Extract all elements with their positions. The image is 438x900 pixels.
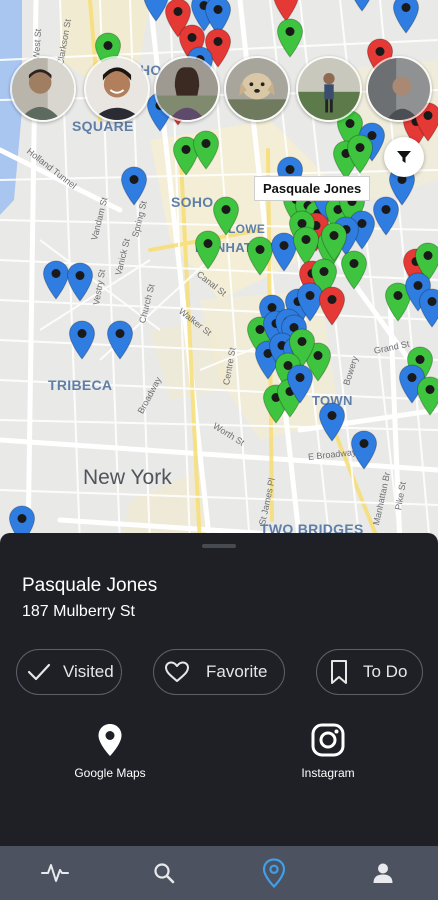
bottom-tab-bar — [0, 846, 438, 900]
map-pin-green[interactable] — [194, 230, 222, 270]
map-pin-blue[interactable] — [350, 430, 378, 470]
tab-activity[interactable] — [0, 846, 110, 900]
location-pin-icon — [97, 723, 123, 760]
visited-button[interactable]: Visited — [16, 649, 122, 695]
avatar-friend-4[interactable] — [224, 56, 290, 122]
todo-button[interactable]: To Do — [316, 649, 423, 695]
map-pin-blue[interactable] — [106, 320, 134, 360]
visited-label: Visited — [63, 662, 114, 681]
bookmark-icon — [329, 659, 349, 685]
map-pin-blue[interactable] — [418, 288, 438, 328]
filter-icon — [397, 151, 411, 163]
map-pin-blue[interactable] — [286, 364, 314, 404]
map-pin-blue[interactable] — [318, 402, 346, 442]
map-pin-green[interactable] — [340, 250, 368, 290]
map-pin-blue[interactable] — [66, 262, 94, 302]
place-detail-sheet: Pasquale Jones 187 Mulberry St Visited F… — [0, 533, 438, 846]
avatar-friend-5[interactable] — [296, 56, 362, 122]
todo-label: To Do — [363, 662, 408, 681]
favorite-button[interactable]: Favorite — [153, 649, 285, 695]
avatar-friend-2[interactable] — [84, 56, 150, 122]
place-address: 187 Mulberry St — [22, 603, 135, 620]
checkmark-icon — [27, 662, 51, 682]
area-label-tribeca: TRIBECA — [48, 377, 113, 393]
avatar-friend-1[interactable] — [10, 56, 76, 122]
heart-icon — [164, 661, 190, 683]
activity-icon — [40, 864, 69, 882]
map-pin-green[interactable] — [346, 134, 374, 174]
instagram-link[interactable]: Instagram — [278, 723, 378, 780]
map-view[interactable]: SQUARE SOHO LOWE MANHATTAN TRIBECA TOWN … — [0, 0, 438, 545]
place-name: Pasquale Jones — [22, 575, 158, 596]
instagram-label: Instagram — [301, 766, 355, 780]
favorite-label: Favorite — [206, 662, 268, 681]
map-pin-green[interactable] — [192, 130, 220, 170]
selected-place-tooltip[interactable]: Pasquale Jones — [254, 176, 371, 201]
filter-button[interactable] — [384, 137, 424, 177]
map-pin-red[interactable] — [318, 286, 346, 326]
google-maps-link[interactable]: Google Maps — [60, 723, 160, 780]
map-pin-blue[interactable] — [348, 0, 376, 12]
area-label-soho: SOHO — [171, 194, 214, 210]
tab-map[interactable] — [219, 846, 329, 900]
map-pin-green[interactable] — [276, 18, 304, 58]
tab-profile[interactable] — [329, 846, 438, 900]
search-icon — [154, 863, 175, 884]
map-pin-green[interactable] — [416, 376, 438, 416]
avatar-friend-6[interactable] — [366, 56, 432, 122]
avatar-friend-3[interactable] — [154, 56, 220, 122]
tab-search[interactable] — [110, 846, 220, 900]
profile-icon — [373, 863, 393, 883]
drag-handle[interactable] — [202, 544, 236, 548]
instagram-icon — [311, 723, 345, 760]
map-pin-blue[interactable] — [392, 0, 420, 34]
map-pin-icon — [262, 858, 285, 888]
google-maps-label: Google Maps — [74, 766, 146, 780]
area-label-new-york: New York — [83, 466, 172, 489]
map-pin-blue[interactable] — [68, 320, 96, 360]
map-pin-blue[interactable] — [120, 166, 148, 206]
